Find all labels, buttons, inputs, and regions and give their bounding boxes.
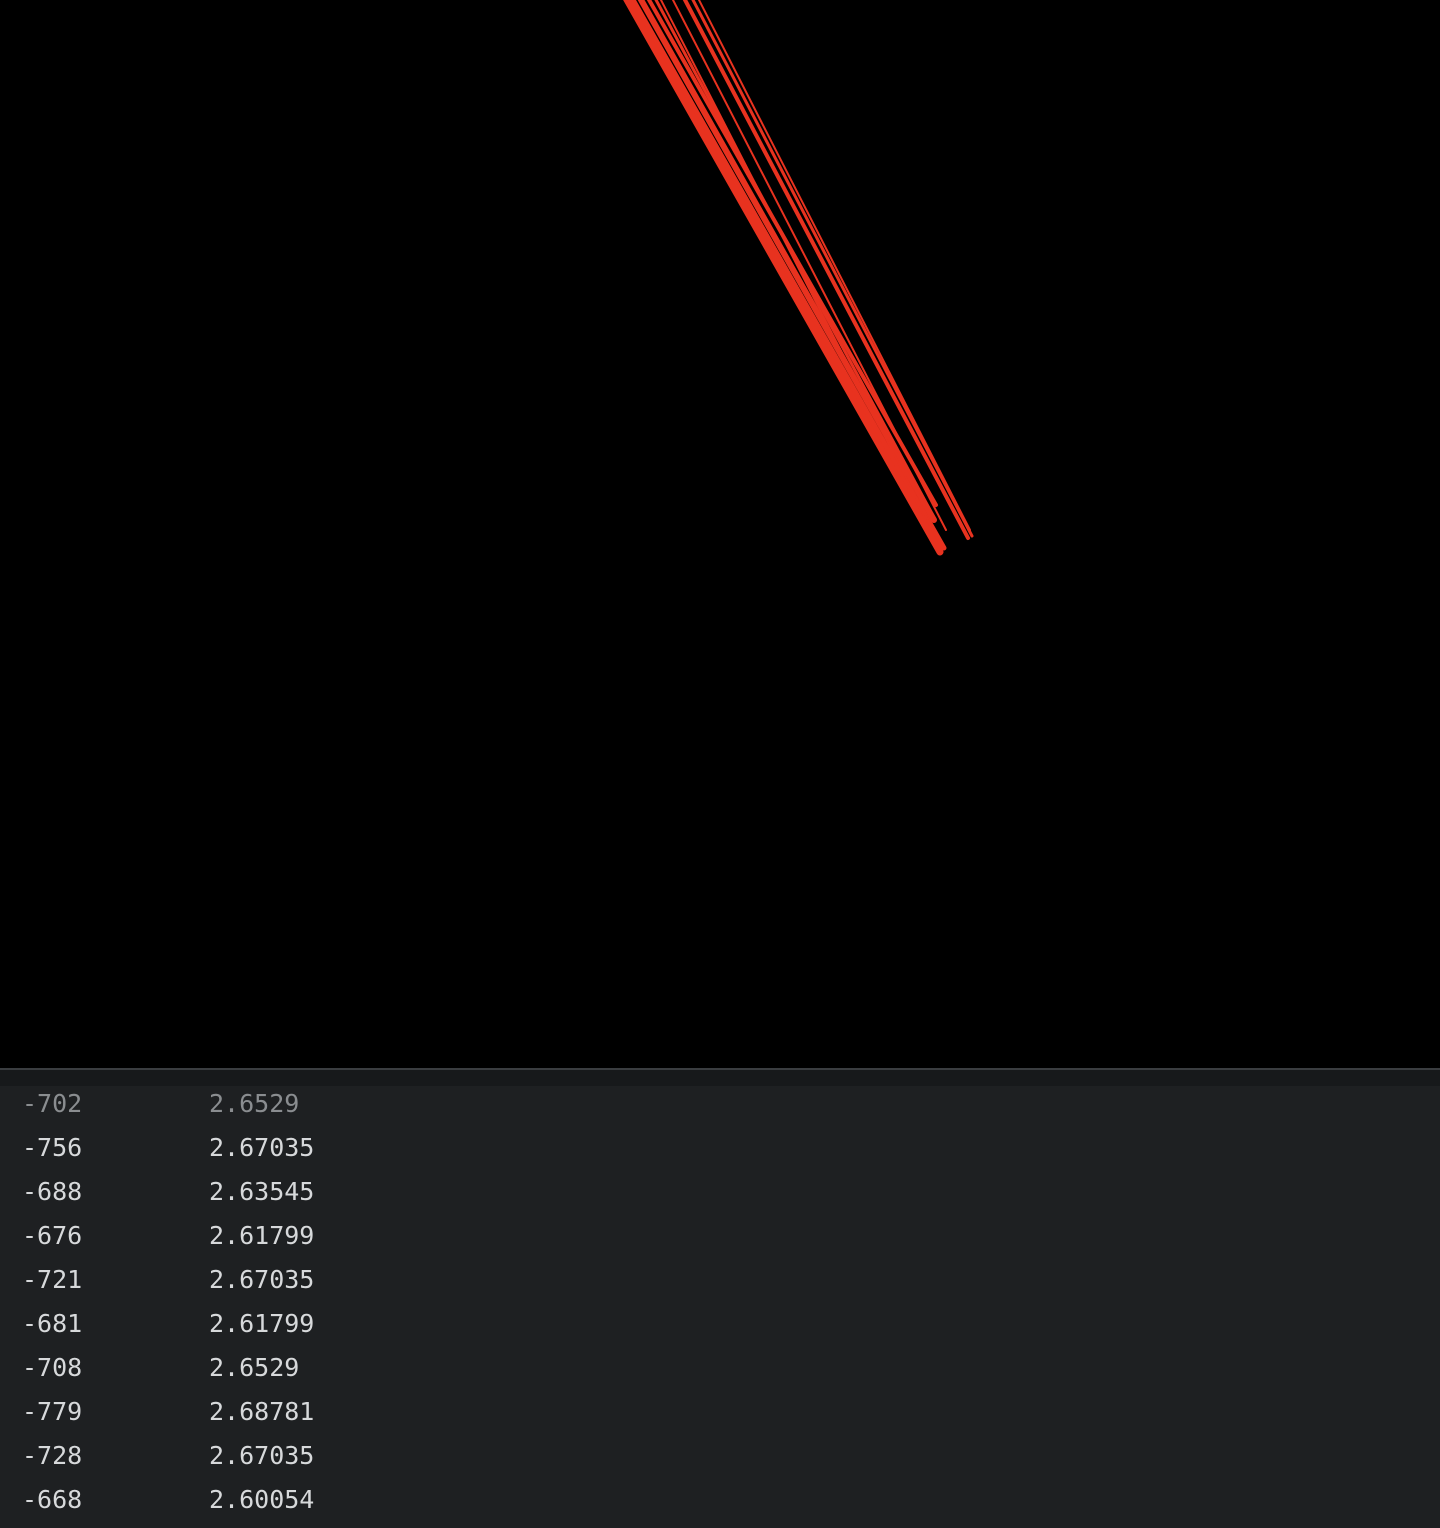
console-value-a: -668 (22, 1485, 83, 1514)
console-value-b: 2.61799 (209, 1221, 315, 1250)
console-row: -708 2.6529 (0, 1346, 1440, 1390)
red-line (659, 0, 939, 541)
console-row: -676 2.61799 (0, 1214, 1440, 1258)
console-value-a: -728 (22, 1441, 83, 1470)
console-value-b: 2.61799 (209, 1309, 315, 1338)
console-panel[interactable]: -702 2.6529 -756 2.67035 -688 2.63545 -6… (0, 1070, 1440, 1528)
console-row: -681 2.61799 (0, 1302, 1440, 1346)
console-row: -779 2.68781 (0, 1390, 1440, 1434)
red-line (682, 0, 970, 540)
console-row: -756 2.67035 (0, 1126, 1440, 1170)
red-line (637, 0, 937, 523)
console-row: -702 2.6529 (0, 1082, 1440, 1126)
red-line (630, 0, 947, 551)
console-value-a: -756 (22, 1133, 83, 1162)
console-value-a: -721 (22, 1265, 83, 1294)
console-value-a: -708 (22, 1353, 83, 1382)
console-value-a: -779 (22, 1397, 83, 1426)
sketch-canvas (0, 0, 1440, 1068)
sketch-drawing (623, 0, 974, 556)
console-value-b: 2.67035 (209, 1133, 315, 1162)
console-value-b: 2.68781 (209, 1397, 315, 1426)
console-row: -721 2.67035 (0, 1258, 1440, 1302)
console-value-b: 2.67035 (209, 1441, 315, 1470)
console-value-a: -702 (22, 1089, 83, 1118)
console-value-a: -676 (22, 1221, 83, 1250)
console-value-b: 2.6529 (209, 1353, 300, 1382)
console-row: -688 2.63545 (0, 1170, 1440, 1214)
red-line (623, 0, 944, 556)
console-value-b: 2.63545 (209, 1177, 315, 1206)
red-lines-group (623, 0, 974, 556)
console-value-a: -681 (22, 1309, 83, 1338)
red-line (671, 0, 947, 531)
console-row: -668 2.60054 (0, 1478, 1440, 1522)
console-value-b: 2.67035 (209, 1265, 315, 1294)
console-row: -728 2.67035 (0, 1434, 1440, 1478)
console-value-b: 2.6529 (209, 1089, 300, 1118)
console-value-b: 2.60054 (209, 1485, 315, 1514)
red-line (691, 0, 974, 538)
console-value-a: -688 (22, 1177, 83, 1206)
red-line (697, 0, 971, 531)
console-output: -702 2.6529 -756 2.67035 -688 2.63545 -6… (0, 1082, 1440, 1522)
